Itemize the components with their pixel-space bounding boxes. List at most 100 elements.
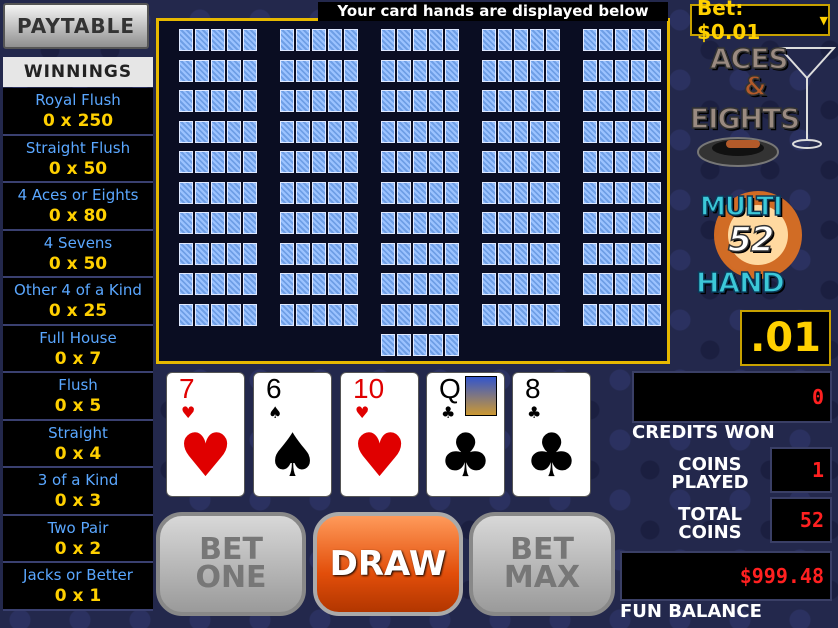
card-back (647, 90, 661, 112)
face-down-hand (482, 181, 560, 204)
card-back (631, 90, 645, 112)
card-back (312, 273, 326, 295)
face-down-hand (381, 334, 459, 356)
card-back (514, 273, 528, 295)
card-back (227, 212, 241, 234)
face-down-hand (280, 29, 358, 51)
face-down-hand (280, 212, 358, 234)
card-back (583, 242, 597, 265)
paytable-payout: 0 x 50 (48, 158, 108, 179)
card-back (227, 59, 241, 82)
card-back (482, 273, 496, 295)
face-down-hand (381, 273, 459, 295)
card-back (195, 242, 209, 265)
card-back (280, 120, 294, 143)
card-back (179, 273, 193, 295)
paytable-button[interactable]: PAYTABLE (3, 3, 149, 49)
card-back (482, 303, 496, 326)
paytable-hand-name: 3 of a Kind (37, 471, 119, 489)
card-back (498, 212, 512, 234)
card-back (328, 29, 342, 51)
face-down-hand (280, 303, 358, 326)
card-back (429, 242, 443, 265)
face-down-hand (179, 181, 257, 204)
card-back (296, 242, 310, 265)
paytable-hand-name: Straight Flush (25, 138, 131, 157)
playing-card[interactable]: 6 ♠ ♠ (253, 372, 332, 497)
card-suit-large-icon: ♥ (178, 421, 233, 491)
paytable-payout: 0 x 3 (54, 491, 102, 511)
card-back (482, 151, 496, 173)
face-down-hand (482, 120, 560, 143)
face-down-hand (280, 273, 358, 295)
card-back (599, 29, 613, 51)
card-back (631, 212, 645, 234)
face-down-hand (179, 303, 257, 326)
card-back (445, 303, 459, 326)
fun-balance-label: FUN BALANCE (620, 601, 762, 622)
card-back (631, 59, 645, 82)
card-back (243, 242, 257, 265)
card-suit-small-icon: ♠ (268, 403, 283, 422)
card-back (312, 90, 326, 112)
card-back (211, 181, 225, 204)
face-down-hand (381, 120, 459, 143)
card-back (195, 181, 209, 204)
card-back (344, 120, 358, 143)
card-back (498, 303, 512, 326)
card-back (498, 151, 512, 173)
bet-selector[interactable]: Bet: $0.01 ▼ (690, 0, 830, 44)
card-back (211, 29, 225, 51)
paytable-hand-name: Flush (58, 376, 98, 394)
paytable-row: 4 Aces or Eights 0 x 80 (3, 183, 153, 231)
face-down-hand (280, 151, 358, 173)
card-back (599, 273, 613, 295)
paytable-row: Other 4 of a Kind 0 x 25 (3, 278, 153, 326)
card-back (546, 29, 560, 51)
playing-card[interactable]: 10 ♥ ♥ (340, 372, 419, 497)
card-back (429, 334, 443, 356)
paytable-payout: 0 x 4 (54, 443, 102, 464)
card-back (615, 212, 629, 234)
card-back (429, 151, 443, 173)
card-back (413, 151, 427, 173)
card-back (514, 151, 528, 173)
playing-card[interactable]: Q ♣ ♣ (426, 372, 505, 497)
card-back (312, 303, 326, 326)
card-back (179, 120, 193, 143)
card-back (397, 242, 411, 265)
card-back (530, 90, 544, 112)
playing-card[interactable]: 7 ♥ ♥ (166, 372, 245, 497)
card-rank: 8 (525, 373, 541, 404)
face-down-hand (280, 242, 358, 265)
card-back (514, 181, 528, 204)
card-back (328, 273, 342, 295)
card-back (227, 120, 241, 143)
card-back (397, 29, 411, 51)
card-back (615, 181, 629, 204)
card-back (227, 242, 241, 265)
card-back (211, 303, 225, 326)
card-back (211, 242, 225, 265)
card-suit-large-icon: ♠ (265, 421, 320, 491)
card-back (546, 90, 560, 112)
playing-card[interactable]: 8 ♣ ♣ (512, 372, 591, 497)
card-back (631, 120, 645, 143)
paytable-row: Full House 0 x 7 (3, 325, 153, 373)
face-down-hand (179, 120, 257, 143)
card-back (344, 273, 358, 295)
card-back (599, 181, 613, 204)
card-back (647, 59, 661, 82)
card-back (429, 212, 443, 234)
bet-one-button[interactable]: BET ONE (156, 512, 306, 616)
card-back (583, 120, 597, 143)
card-back (615, 303, 629, 326)
queen-face-icon (465, 376, 497, 416)
face-down-hand (482, 242, 560, 265)
card-back (211, 273, 225, 295)
bet-max-button[interactable]: BET MAX (469, 512, 615, 616)
card-back (514, 59, 528, 82)
card-rank: Q (439, 373, 461, 404)
draw-button[interactable]: DRAW (313, 512, 463, 616)
card-back (583, 59, 597, 82)
